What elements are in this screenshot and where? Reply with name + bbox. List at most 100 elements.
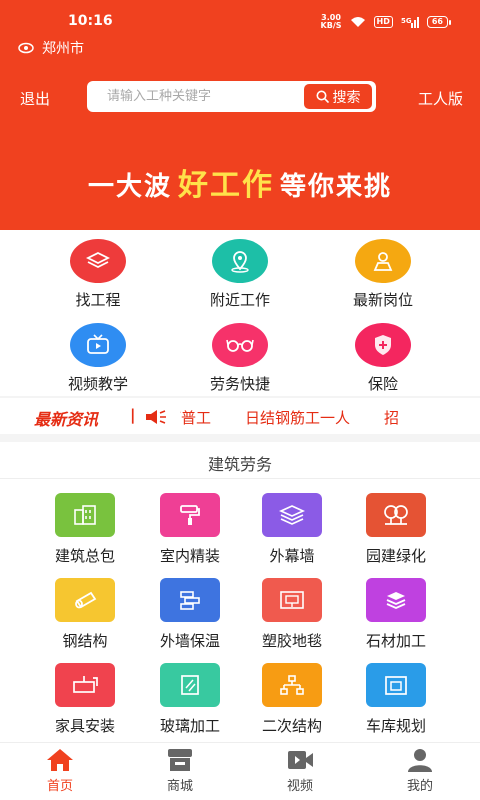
quick-item-label: 劳务快捷: [209, 375, 270, 393]
location-pin-icon: [212, 239, 268, 283]
stone-stack-icon: [366, 578, 426, 622]
worker-icon: [355, 239, 411, 283]
status-time: 10:16: [68, 13, 113, 29]
search-button-label: 搜索: [332, 89, 361, 106]
quick-item-video-tutorial[interactable]: 视频教学: [38, 323, 158, 394]
news-item[interactable]: 璃普工: [180, 409, 211, 427]
news-items: 璃普工 日结钢筋工一人 招: [180, 407, 450, 427]
carpet-icon: [262, 578, 322, 622]
profile-icon: [408, 749, 432, 772]
signal-icon: 5G: [401, 17, 419, 28]
network-speed: 3.00 KB/S: [320, 13, 342, 30]
category-stone-processing[interactable]: 石材加工: [348, 578, 444, 651]
bottom-nav: 首页 商城 视频 我的: [0, 742, 480, 800]
news-separator: |: [130, 406, 136, 424]
category-exterior-insulation[interactable]: 外墙保温: [142, 578, 238, 651]
location-selector[interactable]: 郑州市: [18, 38, 84, 58]
building-icon: [55, 493, 115, 537]
worker-version-button[interactable]: 工人版: [418, 88, 463, 109]
category-glass-processing[interactable]: 玻璃加工: [142, 663, 238, 736]
quick-item-new-positions[interactable]: 最新岗位: [323, 239, 443, 310]
promo-banner[interactable]: 一大波 好工作 等你来挑: [0, 160, 480, 204]
quick-item-label: 最新岗位: [352, 291, 413, 309]
quick-item-labor-express[interactable]: 劳务快捷: [180, 323, 300, 394]
category-furniture-install[interactable]: 家具安装: [37, 663, 133, 736]
exit-button[interactable]: 退出: [20, 88, 50, 109]
news-item[interactable]: 招: [384, 409, 399, 427]
category-label: 室内精装: [159, 547, 220, 565]
category-steel-structure[interactable]: 钢结构: [37, 578, 133, 651]
search-button[interactable]: 搜索: [304, 84, 372, 109]
nav-tab-home[interactable]: 首页: [0, 743, 120, 800]
quick-item-insurance[interactable]: 保险: [323, 323, 443, 394]
header: 10:16 3.00KB/S HD 5G 66 郑州市 退出 搜索 工人版 一大…: [0, 0, 480, 230]
video-camera-icon: [288, 751, 313, 769]
category-label: 建筑总包: [54, 547, 115, 565]
category-curtain-wall[interactable]: 外幕墙: [244, 493, 340, 566]
category-label: 外墙保温: [159, 632, 220, 650]
section-title: 建筑劳务: [207, 455, 272, 474]
nav-tab-mine[interactable]: 我的: [360, 743, 480, 800]
furniture-icon: [55, 663, 115, 707]
category-label: 塑胶地毯: [261, 632, 322, 650]
category-landscaping[interactable]: 园建绿化: [348, 493, 444, 566]
shield-icon: [355, 323, 411, 367]
banner-highlight: 好工作: [178, 168, 274, 203]
layers-icon: [70, 239, 126, 283]
nav-tab-label: 首页: [46, 779, 73, 794]
wall-brick-icon: [160, 578, 220, 622]
category-section: 建筑劳务 建筑总包 室内精装 外幕墙 园建绿化 钢结构 外墙保温 塑胶地毯 石材…: [0, 442, 480, 742]
nav-tab-label: 我的: [406, 779, 433, 794]
category-label: 钢结构: [62, 632, 108, 650]
glass-pane-icon: [160, 663, 220, 707]
wifi-icon: [350, 17, 365, 27]
nav-tab-label: 视频: [286, 779, 313, 794]
nav-tab-video[interactable]: 视频: [240, 743, 360, 800]
category-plastic-carpet[interactable]: 塑胶地毯: [244, 578, 340, 651]
battery-icon: 66: [426, 16, 452, 28]
hd-badge: HD: [373, 16, 393, 28]
nav-tab-store[interactable]: 商城: [120, 743, 240, 800]
location-eye-icon: [18, 42, 34, 54]
category-label: 车库规划: [365, 717, 426, 735]
quick-item-label: 附近工作: [209, 291, 270, 309]
category-interior-finish[interactable]: 室内精装: [142, 493, 238, 566]
garage-icon: [366, 663, 426, 707]
trees-icon: [366, 493, 426, 537]
store-icon: [168, 749, 192, 771]
category-label: 石材加工: [365, 632, 426, 650]
category-label: 玻璃加工: [159, 717, 220, 735]
nav-tab-label: 商城: [166, 779, 193, 794]
news-ticker[interactable]: 最新资讯 | 璃普工 日结钢筋工一人 招: [0, 398, 480, 434]
home-icon: [47, 749, 73, 771]
status-icons: 3.00 KB/S HD 5G 66: [320, 13, 452, 30]
news-title: 最新资讯: [34, 410, 99, 429]
category-secondary-structure[interactable]: 二次结构: [244, 663, 340, 736]
quick-item-find-project[interactable]: 找工程: [38, 239, 158, 310]
banner-text-2: 等你来挑: [280, 172, 393, 202]
divider: [0, 478, 480, 479]
category-label: 园建绿化: [365, 547, 426, 565]
category-building-contract[interactable]: 建筑总包: [37, 493, 133, 566]
category-label: 二次结构: [261, 717, 322, 735]
quick-menu: 找工程 附近工作 最新岗位 视频教学 劳务快捷 保险: [0, 230, 480, 396]
structure-icon: [262, 663, 322, 707]
search-icon: [316, 90, 329, 103]
category-garage-planning[interactable]: 车库规划: [348, 663, 444, 736]
status-bar: 10:16 3.00 KB/S HD 5G 66: [0, 10, 480, 34]
location-city: 郑州市: [42, 41, 84, 57]
glasses-icon: [212, 323, 268, 367]
quick-item-label: 视频教学: [67, 375, 128, 393]
quick-item-nearby-jobs[interactable]: 附近工作: [180, 239, 300, 310]
megaphone-icon: [146, 410, 166, 424]
quick-item-label: 找工程: [75, 291, 121, 309]
category-label: 外幕墙: [269, 547, 315, 565]
paint-roller-icon: [160, 493, 220, 537]
layers-icon: [262, 493, 322, 537]
tv-icon: [70, 323, 126, 367]
search-bar: 搜索: [87, 81, 376, 112]
search-input[interactable]: [87, 81, 301, 112]
svg-text:5G: 5G: [401, 17, 412, 25]
news-item[interactable]: 日结钢筋工一人: [245, 409, 350, 427]
steel-tube-icon: [55, 578, 115, 622]
